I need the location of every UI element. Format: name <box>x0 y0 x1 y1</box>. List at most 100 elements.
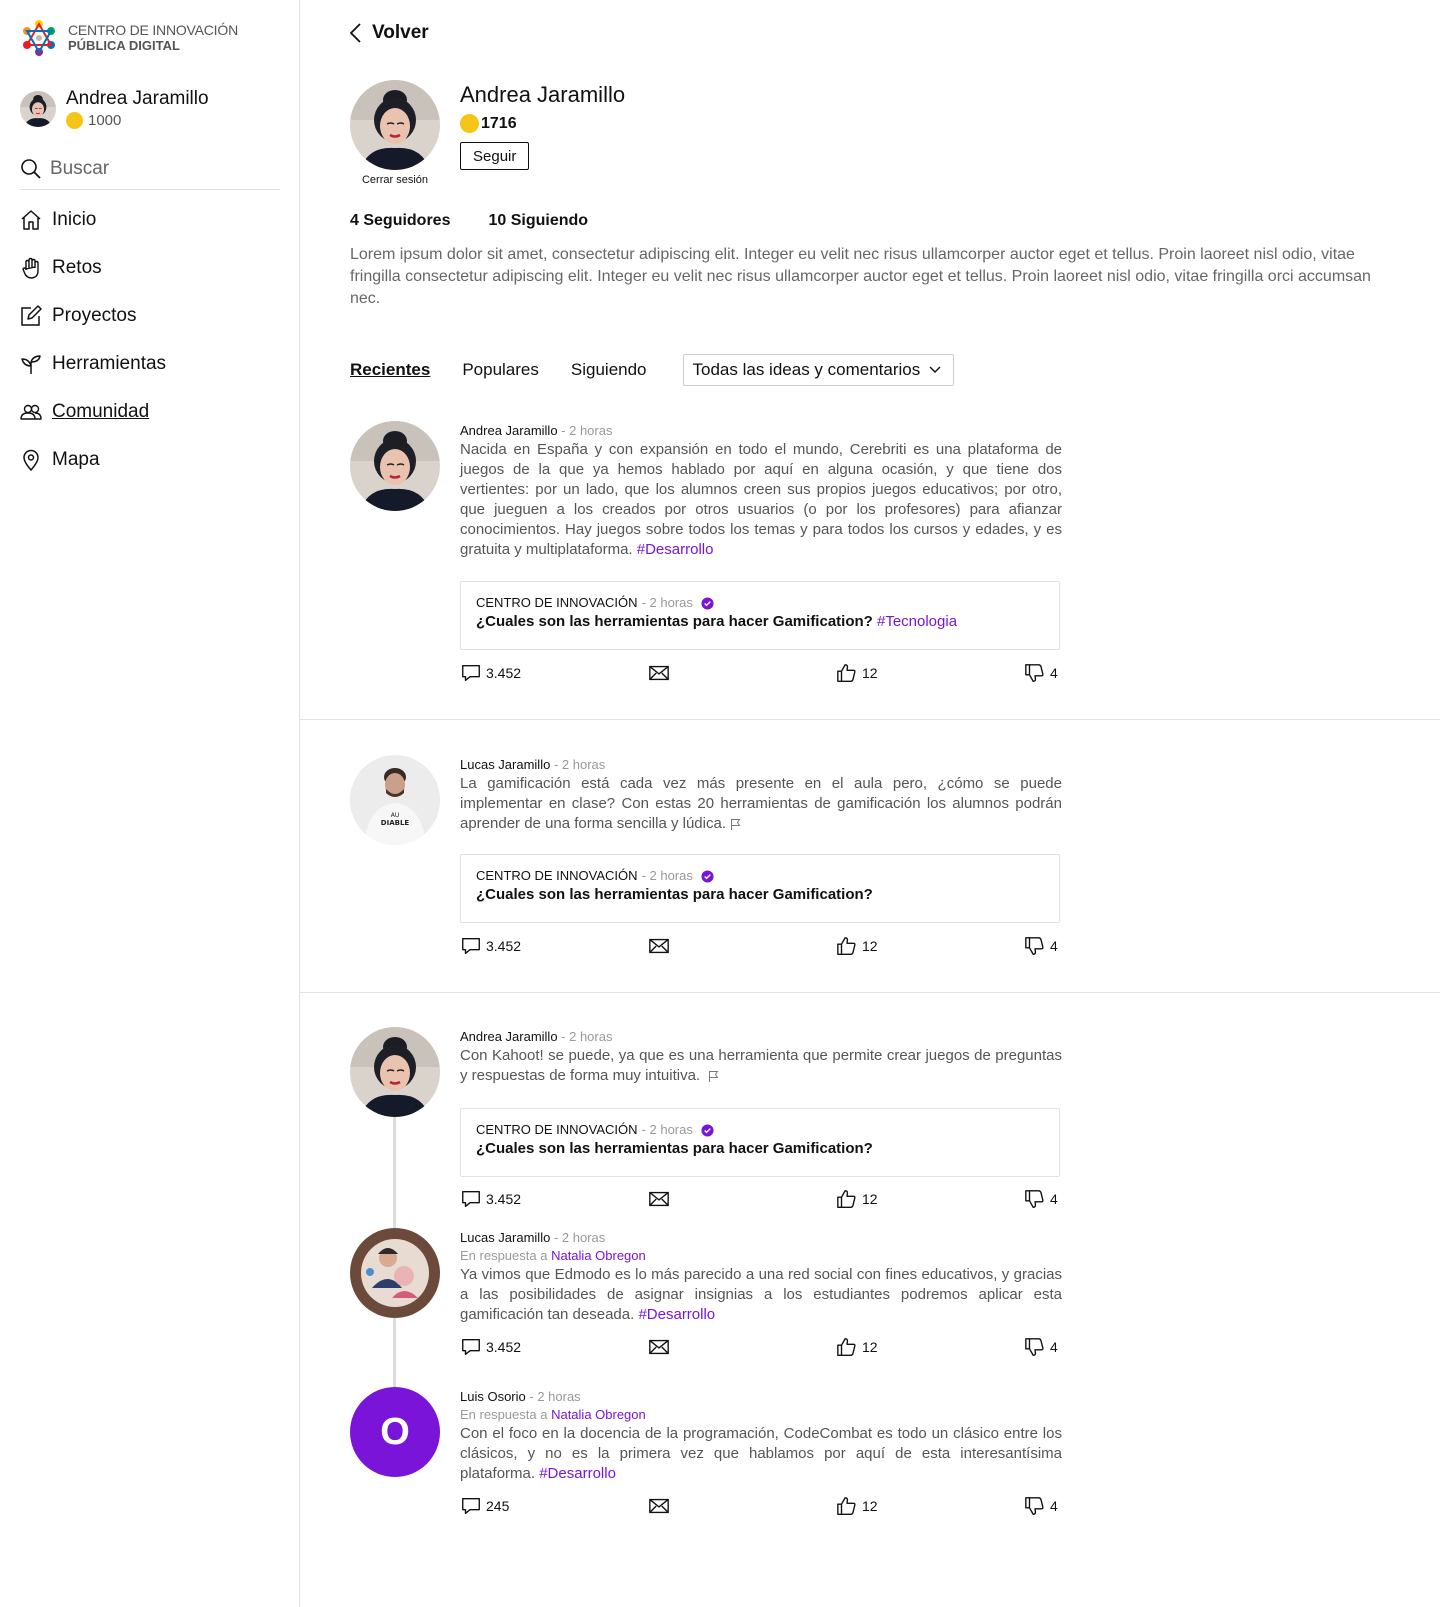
profile-stats: 4 Seguidores 10 Siguiendo <box>350 212 588 230</box>
dislike-count: 4 <box>1050 1191 1058 1207</box>
avatar <box>20 91 56 127</box>
post-text: Nacida en España y con expansión en todo… <box>460 440 1062 560</box>
comments-button[interactable]: 3.452 <box>460 1336 521 1358</box>
comment-count: 3.452 <box>486 1339 522 1355</box>
dislike-count: 4 <box>1050 938 1058 954</box>
chevron-left-icon <box>349 23 361 43</box>
sidebar-user[interactable]: Andrea Jaramillo 1000 <box>20 88 209 129</box>
follow-button[interactable]: Seguir <box>460 142 530 170</box>
avatar[interactable] <box>350 755 440 845</box>
post-author[interactable]: Andrea Jaramillo <box>460 1029 558 1044</box>
nav-item-comunidad[interactable]: Comunidad <box>20 388 166 436</box>
post-body: Con Kahoot! se puede, ya que es una herr… <box>460 1047 1062 1084</box>
comment-count: 3.452 <box>486 665 522 681</box>
like-button[interactable]: 12 <box>836 1495 878 1517</box>
like-button[interactable]: 12 <box>836 662 878 684</box>
post-body: Ya vimos que Edmodo es lo más parecido a… <box>460 1266 1062 1323</box>
thumbs-up-icon <box>836 1188 858 1210</box>
comments-button[interactable]: 3.452 <box>460 935 521 957</box>
dislike-button[interactable]: 4 <box>1024 1336 1058 1358</box>
avatar[interactable] <box>350 1027 440 1117</box>
comments-button[interactable]: 3.452 <box>460 662 521 684</box>
quote-time: - 2 horas <box>641 1122 693 1137</box>
nav-item-herramientas[interactable]: Herramientas <box>20 340 166 388</box>
post-meta: Andrea Jaramillo - 2 horas <box>460 422 1062 440</box>
tab-recientes[interactable]: Recientes <box>350 360 430 380</box>
reply-prefix: En respuesta a <box>460 1248 548 1263</box>
logo-star-icon <box>23 20 55 56</box>
quoted-challenge[interactable]: CENTRO DE INNOVACIÓN - 2 horas ¿Cuales so… <box>460 581 1060 650</box>
avatar[interactable] <box>350 1228 440 1318</box>
comments-button[interactable]: 245 <box>460 1495 509 1517</box>
hashtag-link[interactable]: #Tecnologia <box>877 613 957 630</box>
search-input[interactable] <box>50 157 250 180</box>
content-filter-select[interactable]: Todas las ideas y comentarios <box>682 354 955 386</box>
like-count: 12 <box>862 1498 878 1514</box>
post-meta: Andrea Jaramillo - 2 horas <box>460 1028 1062 1046</box>
followers-count[interactable]: 4 Seguidores <box>350 212 450 230</box>
nav-item-inicio[interactable]: Inicio <box>20 196 166 244</box>
edit-icon <box>21 305 42 326</box>
avatar[interactable] <box>350 421 440 511</box>
logo[interactable]: CENTRO DE INNOVACIÓN PÚBLICA DIGITAL <box>20 18 238 58</box>
logout-link[interactable]: Cerrar sesión <box>350 174 440 186</box>
quote-time: - 2 horas <box>641 595 693 610</box>
nav-label: Inicio <box>52 209 97 230</box>
like-button[interactable]: 12 <box>836 1188 878 1210</box>
dislike-button[interactable]: 4 <box>1024 935 1058 957</box>
message-button[interactable] <box>648 662 674 684</box>
hashtag-link[interactable]: #Desarrollo <box>539 1465 616 1482</box>
main-content: Volver Cerrar sesión Andrea Jaramillo 17… <box>300 0 1440 1607</box>
post-author[interactable]: Luis Osorio <box>460 1389 526 1404</box>
logo-line2: PÚBLICA DIGITAL <box>68 38 180 53</box>
thumbs-up-icon <box>836 1336 858 1358</box>
quote-title: ¿Cuales son las herramientas para hacer … <box>476 886 873 903</box>
comment-icon <box>460 662 482 684</box>
like-button[interactable]: 12 <box>836 1336 878 1358</box>
quoted-challenge[interactable]: CENTRO DE INNOVACIÓN - 2 horas ¿Cuales so… <box>460 1108 1060 1177</box>
post-time: - 2 horas <box>553 757 606 772</box>
flag-icon[interactable] <box>730 818 742 831</box>
filter-value: Todas las ideas y comentarios <box>692 360 921 379</box>
like-button[interactable]: 12 <box>836 935 878 957</box>
hashtag-link[interactable]: #Desarrollo <box>638 1306 715 1323</box>
comments-button[interactable]: 3.452 <box>460 1188 521 1210</box>
dislike-button[interactable]: 4 <box>1024 1188 1058 1210</box>
nav-item-mapa[interactable]: Mapa <box>20 436 166 484</box>
dislike-button[interactable]: 4 <box>1024 1495 1058 1517</box>
post-body: La gamificación está cada vez más presen… <box>460 775 1062 832</box>
nav-label: Retos <box>52 257 102 278</box>
reply-to-user[interactable]: Natalia Obregon <box>551 1407 646 1422</box>
tab-populares[interactable]: Populares <box>462 360 539 380</box>
comment-icon <box>460 935 482 957</box>
nav-item-retos[interactable]: Retos <box>20 244 166 292</box>
post-author[interactable]: Lucas Jaramillo <box>460 1230 550 1245</box>
post-author[interactable]: Andrea Jaramillo <box>460 423 558 438</box>
message-button[interactable] <box>648 935 674 957</box>
post-actions: 3.452 12 4 <box>460 1188 1062 1212</box>
mail-icon <box>648 1336 670 1358</box>
back-button[interactable]: Volver <box>348 22 429 44</box>
profile-coins: 1716 <box>460 114 517 133</box>
message-button[interactable] <box>648 1336 674 1358</box>
comment-icon <box>460 1188 482 1210</box>
hashtag-link[interactable]: #Desarrollo <box>637 541 714 558</box>
reply-prefix: En respuesta a <box>460 1407 548 1422</box>
dislike-count: 4 <box>1050 1339 1058 1355</box>
quoted-challenge[interactable]: CENTRO DE INNOVACIÓN - 2 horas ¿Cuales so… <box>460 854 1060 923</box>
following-count[interactable]: 10 Siguiendo <box>488 212 588 230</box>
dislike-button[interactable]: 4 <box>1024 662 1058 684</box>
verified-icon <box>701 1124 714 1137</box>
chevron-down-icon <box>929 366 941 373</box>
search-icon <box>21 158 41 179</box>
reply-to: En respuesta a Natalia Obregon <box>460 1406 1062 1424</box>
flag-icon[interactable] <box>708 1070 720 1083</box>
reply-to-user[interactable]: Natalia Obregon <box>551 1248 646 1263</box>
post-author[interactable]: Lucas Jaramillo <box>460 757 550 772</box>
avatar[interactable]: O <box>350 1387 440 1477</box>
tab-siguiendo[interactable]: Siguiendo <box>571 360 647 380</box>
nav-item-proyectos[interactable]: Proyectos <box>20 292 166 340</box>
message-button[interactable] <box>648 1188 674 1210</box>
message-button[interactable] <box>648 1495 674 1517</box>
comment-count: 3.452 <box>486 938 522 954</box>
